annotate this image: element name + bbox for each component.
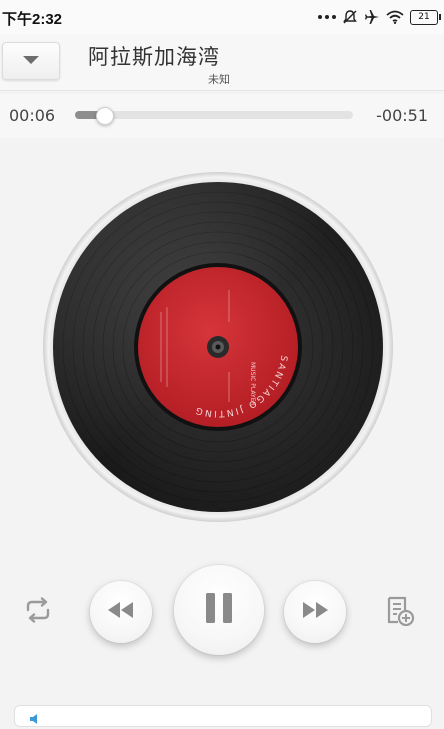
song-artist: 未知 bbox=[208, 73, 230, 86]
wifi-icon bbox=[386, 10, 404, 24]
repeat-icon[interactable] bbox=[24, 597, 52, 628]
vinyl-record: SANTIAGO JINTING MUSIC PLAYER bbox=[43, 172, 393, 522]
status-bar: 下午2:32 21 bbox=[0, 0, 444, 34]
speaker-icon bbox=[29, 711, 41, 729]
record-label-inner-text: MUSIC PLAYER bbox=[249, 362, 256, 406]
collapse-button[interactable] bbox=[2, 42, 60, 80]
progress-row: 00:06 -00:51 bbox=[0, 94, 444, 138]
airplane-icon bbox=[364, 9, 380, 25]
fast-forward-icon bbox=[301, 601, 329, 623]
seek-bar-thumb[interactable] bbox=[96, 107, 115, 125]
battery-level: 21 bbox=[418, 12, 430, 22]
bottom-bar bbox=[14, 705, 432, 727]
play-pause-button[interactable] bbox=[174, 565, 264, 655]
status-time: 下午2:32 bbox=[2, 11, 63, 28]
elapsed-time: 00:06 bbox=[9, 106, 56, 125]
playlist-add-icon[interactable] bbox=[385, 596, 415, 631]
seek-bar[interactable] bbox=[75, 107, 353, 125]
battery-icon: 21 bbox=[410, 9, 441, 25]
status-icons: 21 bbox=[318, 6, 441, 28]
more-dots-icon bbox=[318, 14, 336, 20]
next-button[interactable] bbox=[284, 581, 346, 643]
remaining-time: -00:51 bbox=[376, 106, 428, 125]
pause-icon bbox=[205, 592, 233, 629]
previous-button[interactable] bbox=[90, 581, 152, 643]
song-title: 阿拉斯加海湾 bbox=[88, 45, 220, 69]
chevron-down-icon bbox=[22, 52, 40, 70]
rewind-icon bbox=[107, 601, 135, 623]
player-header: 阿拉斯加海湾 未知 bbox=[0, 34, 444, 91]
playback-controls bbox=[0, 560, 444, 660]
record-spindle-hole bbox=[215, 344, 221, 350]
notifications-off-icon bbox=[342, 9, 358, 25]
